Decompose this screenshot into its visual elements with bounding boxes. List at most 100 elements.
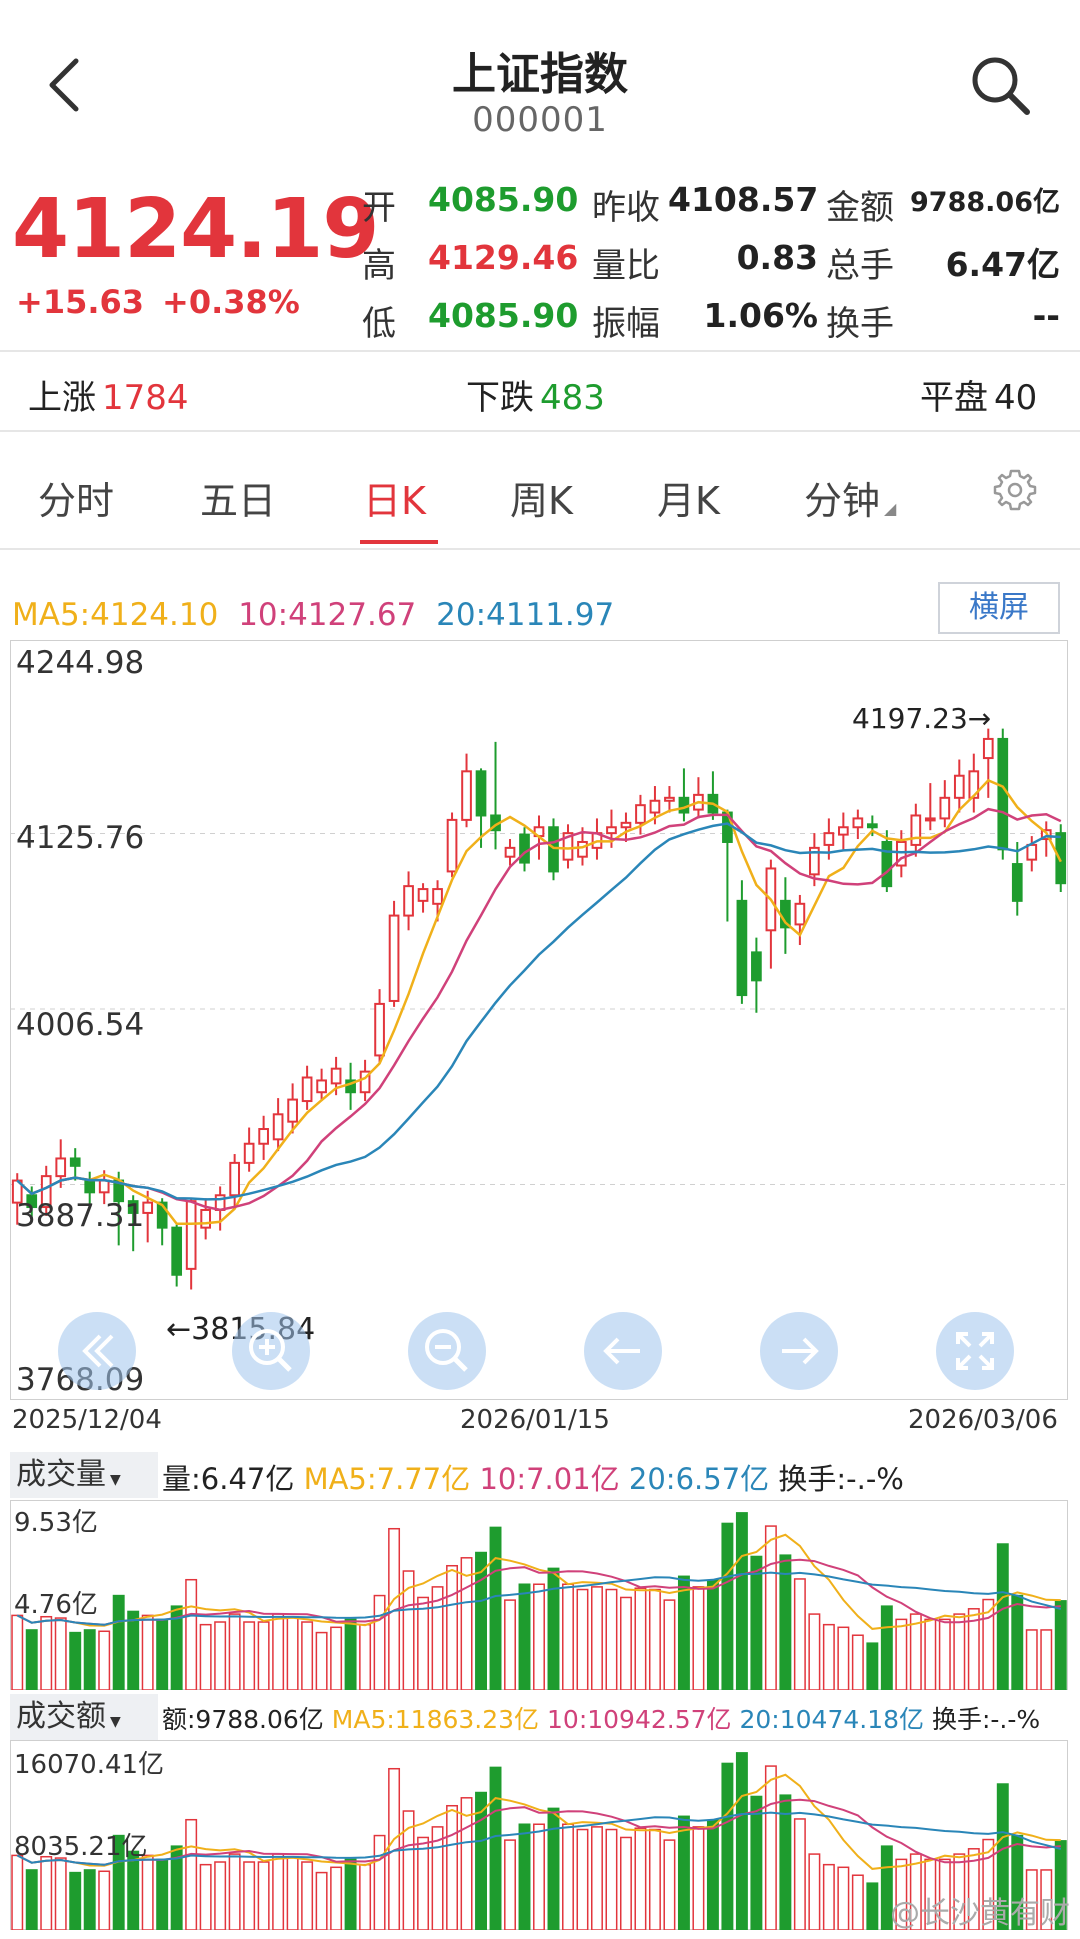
volume-bar [562,1823,574,1930]
volume-bar [1054,1600,1067,1690]
volume-bar [779,1794,792,1930]
volume-bar [127,1610,140,1690]
rewind-icon [82,1334,114,1368]
candle-body [432,888,443,905]
volume-bar [417,1596,430,1690]
volume-bar [1011,1594,1024,1690]
volume-bar [822,1623,835,1690]
zoom-in-button[interactable] [232,1312,310,1390]
volume-bar [663,1599,676,1690]
volume-bar [228,1853,241,1930]
high-annotation: 4197.23→ [852,702,992,735]
candlestick-chart[interactable] [10,640,1068,1400]
volume-bar [40,1615,53,1690]
candle-body [577,840,588,858]
volume-bar [619,1596,632,1690]
pan-left-button[interactable] [584,1312,662,1390]
price-axis-label: 3887.31 [16,1198,145,1234]
volume-bar [25,1869,38,1930]
stat-value: 1.06% [703,296,819,335]
price-axis-label: 4244.98 [16,645,145,681]
volume-bar [793,1578,806,1690]
volume-bar [996,1543,1009,1690]
decliners-count: 483 [540,378,605,418]
volume-bar [141,1614,154,1690]
candle-body [316,1079,327,1094]
volume-bar [330,1626,343,1690]
volume-bar [677,1575,690,1690]
volume-bar [721,1762,734,1930]
landscape-button[interactable]: 横屏 [938,582,1060,634]
volume-bar [214,1621,227,1690]
candle-body [229,1161,240,1197]
volume-bar [750,1795,763,1930]
zoom-out-icon [425,1329,468,1372]
ma20-value: 20:4111.97 [436,597,615,633]
stat-value: 4085.90 [428,296,579,335]
page-title: 上证指数 [452,49,628,100]
stat-value: 0.83 [736,238,818,277]
volume-bar [214,1861,227,1930]
volume-ma5: MA5:7.77亿 [303,1462,471,1496]
volume-bar [460,1557,473,1690]
stat-label: 昨收 [592,188,660,228]
candle-body [997,737,1009,851]
volume-bar [98,1630,111,1690]
unchanged: 平盘 40 [920,370,1037,419]
volume-bar [330,1866,343,1930]
volume-chart[interactable] [10,1500,1068,1690]
candle-body [939,796,951,820]
volume-bar [808,1853,821,1930]
volume-bar [315,1871,328,1930]
volume-bar [518,1583,531,1690]
ma5-value: MA5:4124.10 [12,597,219,633]
zoom-out-button[interactable] [408,1312,486,1390]
tab-monthly-k[interactable]: 月K [657,470,720,525]
volume-bar [924,1618,937,1690]
tab-minute[interactable]: 分钟 ◢ [804,470,896,525]
stat-label: 开 [362,188,396,228]
volume-bar [533,1823,545,1930]
tab-intraday[interactable]: 分时 [38,470,114,525]
pan-right-button[interactable] [760,1312,838,1390]
volume-bar [605,1828,618,1930]
volume-bar [692,1826,705,1930]
gear-icon[interactable] [990,465,1040,515]
stat-label: 金额 [826,188,894,228]
volume-turnover: 换手:-.-% [778,1462,904,1496]
volume-bar [127,1850,140,1930]
tab-weekly-k[interactable]: 周K [510,470,573,525]
tab-daily-k[interactable]: 日K [363,470,426,525]
volume-bar [547,1567,560,1690]
volume-bar [1040,1629,1053,1690]
candle-body [200,1208,212,1229]
amount-indicator-dropdown[interactable]: 成交额 ▼ [10,1694,158,1740]
candle-body [678,796,690,814]
stat-label: 高 [362,246,396,286]
volume-bar [735,1512,748,1690]
tab-five-day[interactable]: 五日 [200,470,276,525]
candle-body [258,1128,269,1145]
volume-bar [286,1855,299,1930]
candle-body [243,1142,255,1164]
volume-bar [98,1870,111,1930]
fullscreen-button[interactable] [936,1312,1014,1390]
volume-bar [489,1526,502,1690]
divider [0,350,1080,352]
amount-axis-top: 16070.41亿 [14,1750,165,1780]
candle-body [374,1002,385,1057]
volume-legend: 量:6.47亿 MA5:7.77亿 10:7.01亿 20:6.57亿 换手:-… [162,1456,904,1498]
rewind-button[interactable] [58,1312,136,1390]
search-icon[interactable] [965,50,1035,120]
candle-body [301,1076,313,1103]
volume-bar [156,1858,169,1930]
candle-body [794,902,806,926]
volume-bar [199,1863,212,1930]
candle-body [171,1226,183,1276]
amount-ma5: MA5:11863.23亿 [331,1705,540,1734]
candle-body [69,1157,81,1167]
volume-indicator-dropdown[interactable]: 成交量 ▼ [10,1452,158,1498]
advancers-label: 上涨 [28,378,96,418]
candle-body [866,823,878,829]
arrow-right-icon [782,1337,819,1365]
